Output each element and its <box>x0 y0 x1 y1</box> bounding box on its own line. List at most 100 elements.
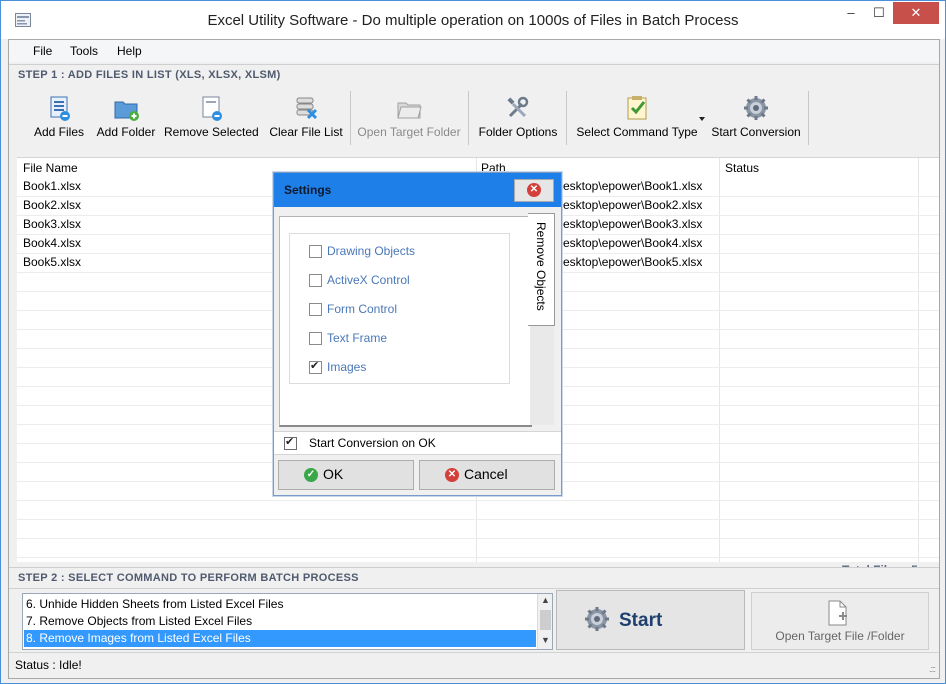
tools-icon <box>507 96 529 118</box>
dialog-title: Settings <box>284 183 332 197</box>
cancel-button-label: Cancel <box>464 466 508 482</box>
remove-selected-button[interactable]: Remove Selected <box>164 85 259 151</box>
toolbar: Add Files Add Folder Remove Selected Cle… <box>9 85 939 153</box>
tab-remove-objects-label: Remove Objects <box>534 222 548 311</box>
open-target-folder-button[interactable]: Open Target Folder <box>355 85 463 151</box>
start-button[interactable]: Start <box>556 590 745 650</box>
start-button-label: Start <box>619 610 663 631</box>
add-files-button[interactable]: Add Files <box>29 85 89 151</box>
checkbox-label: Drawing Objects <box>327 244 416 258</box>
ok-button[interactable]: ✓ OK <box>278 460 414 490</box>
add-folder-icon <box>114 101 139 121</box>
ok-button-label: OK <box>323 466 344 482</box>
status-text: Status : Idle! <box>15 658 82 672</box>
list-item[interactable]: 7. Remove Objects from Listed Excel File… <box>24 613 536 630</box>
step1-header: STEP 1 : ADD FILES IN LIST (XLS, XLSX, X… <box>9 64 939 86</box>
status-bar: Status : Idle! .::: <box>9 652 939 677</box>
clear-list-icon <box>296 97 318 120</box>
open-folder-icon <box>397 102 422 119</box>
menu-bar: File Tools Help <box>9 40 939 62</box>
checkbox-box[interactable] <box>309 245 322 258</box>
remove-selected-icon <box>202 96 222 121</box>
column-header-status[interactable]: Status <box>725 158 759 178</box>
menu-file[interactable]: File <box>33 44 52 58</box>
add-files-icon <box>50 96 70 121</box>
list-item[interactable]: 6. Unhide Hidden Sheets from Listed Exce… <box>24 596 536 613</box>
dialog-close-button[interactable]: ✕ <box>514 179 554 202</box>
open-target-folder-label: Open Target Folder <box>357 125 461 139</box>
list-item-selected[interactable]: 8. Remove Images from Listed Excel Files <box>24 630 536 647</box>
start-conversion-button[interactable]: Start Conversion <box>709 85 803 151</box>
command-list-scrollbar[interactable]: ▲ ▼ <box>537 594 552 649</box>
checkbox-box[interactable] <box>309 274 322 287</box>
command-list[interactable]: 6. Unhide Hidden Sheets from Listed Exce… <box>22 593 553 650</box>
clear-file-list-button[interactable]: Clear File List <box>267 85 345 151</box>
tab-strip-background <box>530 325 554 425</box>
cancel-circle-icon: ✕ <box>445 468 459 482</box>
file-name-cell: Book3.xlsx <box>23 217 82 231</box>
start-conversion-label: Start Conversion <box>711 125 801 139</box>
checkbox-box[interactable] <box>309 303 322 316</box>
path-cell: esktop\epower\Book4.xlsx <box>563 236 703 250</box>
add-folder-button[interactable]: Add Folder <box>94 85 158 151</box>
toolbar-separator <box>808 91 809 145</box>
menu-help[interactable]: Help <box>117 44 142 58</box>
add-files-label: Add Files <box>33 125 85 139</box>
empty-row <box>17 538 939 558</box>
resize-grip-icon[interactable]: .::: <box>929 664 936 674</box>
checklist-icon <box>627 96 647 120</box>
step2-header: STEP 2 : SELECT COMMAND TO PERFORM BATCH… <box>9 567 939 589</box>
select-command-type-label: Select Command Type <box>576 125 698 139</box>
checkbox-label: Form Control <box>327 302 398 316</box>
empty-row <box>17 500 939 520</box>
title-bar[interactable]: Excel Utility Software - Do multiple ope… <box>1 1 945 39</box>
minimize-button[interactable]: – <box>837 2 865 24</box>
gear-icon <box>744 96 768 120</box>
path-cell: esktop\epower\Book1.xlsx <box>563 179 703 193</box>
folder-options-button[interactable]: Folder Options <box>473 85 563 151</box>
scroll-down-icon[interactable]: ▼ <box>541 635 550 645</box>
dialog-title-bar[interactable]: Settings ✕ <box>274 173 561 207</box>
column-header-file-name[interactable]: File Name <box>23 158 78 178</box>
select-command-type-button[interactable]: Select Command Type <box>569 85 705 151</box>
toolbar-separator <box>468 91 469 145</box>
clear-file-list-label: Clear File List <box>269 125 343 139</box>
file-name-cell: Book1.xlsx <box>23 179 82 193</box>
step1-label: STEP 1 : ADD FILES IN LIST (XLS, XLSX, X… <box>18 69 281 81</box>
check-circle-icon: ✓ <box>304 468 318 482</box>
checkbox-box[interactable] <box>309 332 322 345</box>
file-add-icon <box>828 600 847 626</box>
checkbox-label: Images <box>327 360 367 374</box>
scrollbar-thumb[interactable] <box>540 610 551 630</box>
scroll-up-icon[interactable]: ▲ <box>541 595 550 605</box>
cancel-button[interactable]: ✕ Cancel <box>419 460 555 490</box>
start-conversion-on-ok-checkbox[interactable]: Start Conversion on OK <box>274 431 561 455</box>
checkbox-label: Text Frame <box>327 331 388 345</box>
open-target-file-folder-button[interactable]: Open Target File /Folder <box>751 592 929 650</box>
file-name-cell: Book4.xlsx <box>23 236 82 250</box>
empty-row <box>17 519 939 539</box>
folder-options-label: Folder Options <box>478 125 558 139</box>
gear-icon <box>585 607 609 631</box>
start-conversion-on-ok-label: Start Conversion on OK <box>309 436 436 450</box>
window-title: Excel Utility Software - Do multiple ope… <box>207 12 739 29</box>
close-button[interactable]: ✕ <box>893 2 939 24</box>
settings-dialog: Settings ✕ Remove Objects Drawing Object… <box>273 172 562 496</box>
checkbox-box-checked[interactable] <box>309 359 322 374</box>
toolbar-separator <box>566 91 567 145</box>
checkbox-label: ActiveX Control <box>327 273 410 287</box>
tab-remove-objects[interactable]: Remove Objects <box>528 213 555 326</box>
file-name-cell: Book2.xlsx <box>23 198 82 212</box>
menu-tools[interactable]: Tools <box>70 44 98 58</box>
path-cell: esktop\epower\Book3.xlsx <box>563 217 703 231</box>
path-cell: esktop\epower\Book2.xlsx <box>563 198 703 212</box>
dropdown-arrow-icon <box>699 117 705 121</box>
close-icon: ✕ <box>527 183 541 197</box>
file-name-cell: Book5.xlsx <box>23 255 82 269</box>
open-target-file-folder-label: Open Target File /Folder <box>775 629 905 643</box>
step2-label: STEP 2 : SELECT COMMAND TO PERFORM BATCH… <box>18 572 359 584</box>
maximize-button[interactable]: ☐ <box>865 2 893 24</box>
toolbar-separator <box>350 91 351 145</box>
add-folder-label: Add Folder <box>96 125 156 139</box>
checkbox-box-checked[interactable] <box>284 435 297 450</box>
